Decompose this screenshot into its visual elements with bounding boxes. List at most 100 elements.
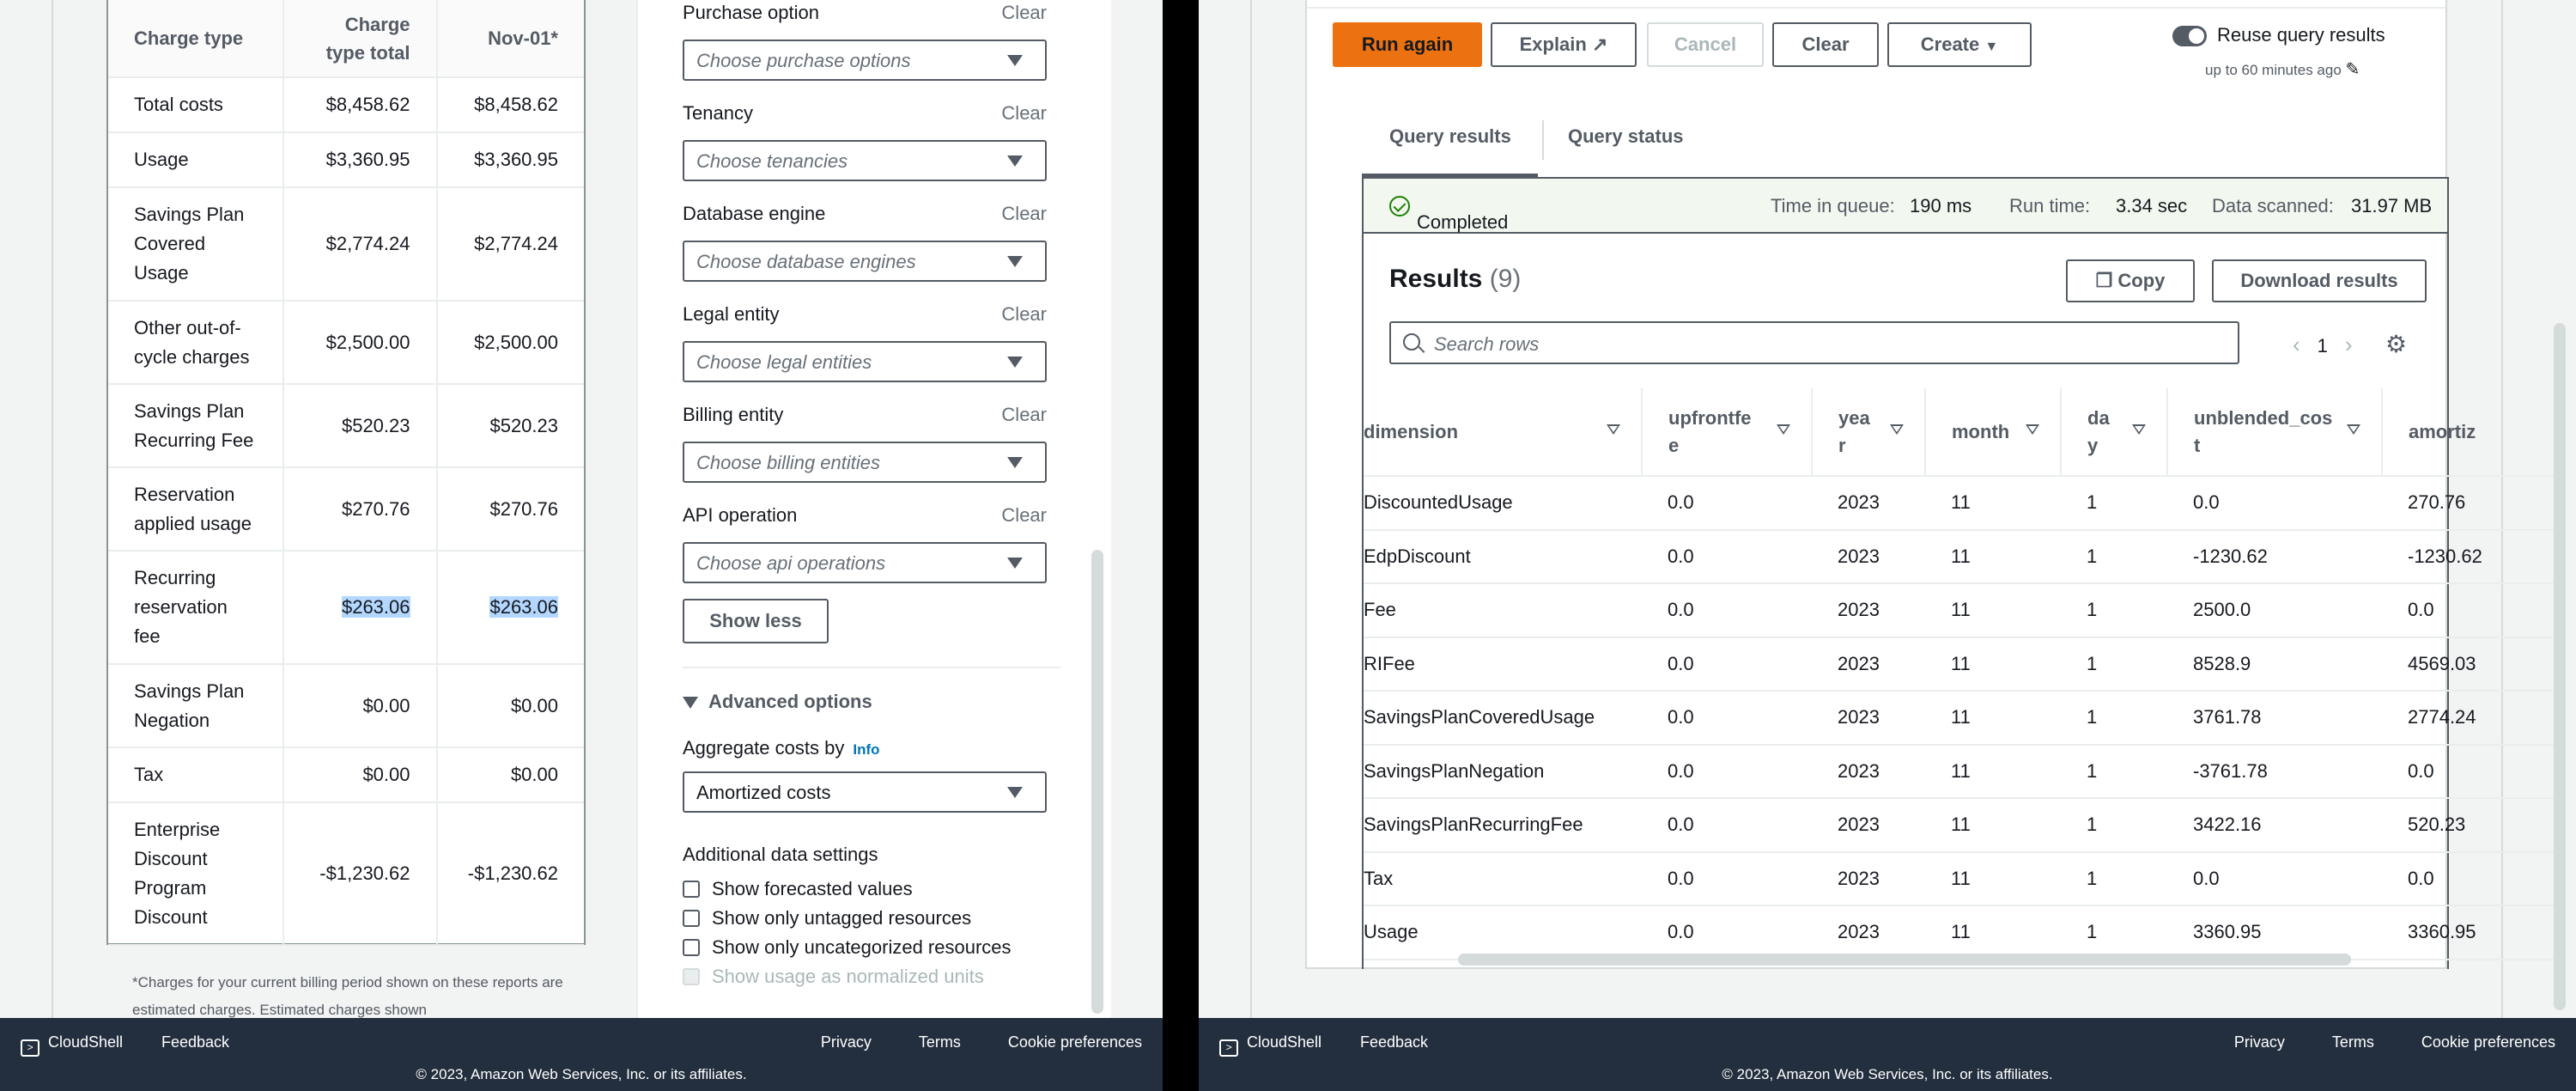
billing-entity-select[interactable]: Choose billing entities	[683, 442, 1047, 483]
col-nov-01[interactable]: Nov-01*	[435, 0, 584, 78]
nov-cell: $0.00	[435, 664, 584, 748]
table-row: RIFee 0.0 2023 11 1 8528.9 4569.03	[1364, 637, 2566, 692]
aggregate-costs-select[interactable]: Amortized costs	[683, 771, 1047, 813]
checkbox-normalized-units: Show usage as normalized units	[683, 966, 984, 988]
table-cell: EdpDiscount	[1364, 529, 1642, 584]
reuse-results-toggle[interactable]	[2172, 26, 2207, 46]
col-charge-type[interactable]: Charge type	[108, 0, 283, 78]
nov-cell: $520.23	[435, 384, 584, 468]
sort-icon[interactable]	[1890, 424, 1904, 435]
cookie-preferences-link[interactable]: Cookie preferences	[2421, 1033, 2555, 1051]
search-rows-input[interactable]: Search rows	[1389, 321, 2239, 364]
total-cell: $0.00	[282, 664, 437, 748]
cloudshell-button[interactable]: > CloudShell	[1219, 1033, 1321, 1057]
edit-pencil-icon[interactable]: ✎	[2346, 60, 2360, 79]
clear-link[interactable]: Clear	[1001, 504, 1047, 527]
table-cell: 2023	[1812, 744, 1925, 799]
total-cell: $0.00	[282, 747, 437, 803]
clear-link[interactable]: Clear	[1001, 2, 1047, 24]
show-less-button[interactable]: Show less	[683, 599, 829, 643]
col-day[interactable]: da y	[2060, 388, 2167, 477]
privacy-link[interactable]: Privacy	[2234, 1033, 2285, 1051]
table-cell: 2023	[1812, 476, 1925, 531]
terms-link[interactable]: Terms	[919, 1033, 961, 1051]
filter-scrollbar[interactable]	[1091, 550, 1103, 1014]
sort-icon[interactable]	[2132, 424, 2146, 435]
charge-type-cell: Enterprise Discount Program Discount	[108, 802, 283, 946]
copy-button[interactable]: ❐ Copy	[2066, 259, 2195, 302]
chevron-left-icon[interactable]: ‹	[2293, 332, 2300, 357]
reuse-window-label: up to 60 minutes ago ✎	[2205, 58, 2360, 80]
gear-icon[interactable]: ⚙	[2385, 330, 2407, 358]
privacy-link[interactable]: Privacy	[821, 1033, 872, 1051]
checkbox-label: Show only uncategorized resources	[712, 936, 1012, 958]
table-cell: 0.0	[1642, 529, 1812, 584]
filter-label: Database engine	[683, 203, 826, 224]
create-button[interactable]: Create ▼	[1887, 22, 2032, 67]
checkbox-uncategorized[interactable]: Show only uncategorized resources	[683, 936, 1012, 959]
col-year[interactable]: yea r	[1811, 388, 1925, 477]
database-engine-select[interactable]: Choose database engines	[683, 241, 1047, 282]
athena-query-pane: Run again Explain ↗ Cancel Clear Create …	[1199, 0, 2576, 1091]
checkbox-untagged[interactable]: Show only untagged resources	[683, 907, 971, 929]
checkbox-icon[interactable]	[683, 881, 700, 898]
table-row: SavingsPlanNegation 0.0 2023 11 1 -3761.78 0.0	[1364, 744, 2566, 799]
tenancy-select[interactable]: Choose tenancies	[683, 140, 1047, 181]
horizontal-scrollbar[interactable]	[1458, 954, 2351, 966]
table-row: Recurring reservation fee $263.06 $263.06	[108, 551, 584, 665]
feedback-link[interactable]: Feedback	[161, 1033, 229, 1051]
external-link-icon: ↗	[1591, 34, 1608, 55]
tab-query-results[interactable]: Query results	[1389, 125, 1511, 148]
sort-icon[interactable]	[2347, 424, 2360, 435]
cloudshell-label: CloudShell	[1247, 1033, 1322, 1051]
copyright: © 2023, Amazon Web Services, Inc. or its…	[1722, 1066, 2053, 1082]
terms-link[interactable]: Terms	[2332, 1033, 2374, 1051]
download-results-button[interactable]: Download results	[2212, 259, 2427, 302]
clear-button[interactable]: Clear	[1772, 22, 1879, 67]
col-month[interactable]: month	[1924, 388, 2061, 477]
checkbox-forecasted[interactable]: Show forecasted values	[683, 878, 913, 900]
col-dimension[interactable]: dimension	[1364, 388, 1642, 477]
sort-icon[interactable]	[1777, 424, 1790, 435]
chevron-right-icon[interactable]: ›	[2345, 332, 2353, 357]
col-charge-type-total[interactable]: Charge type total	[282, 0, 437, 78]
cookie-preferences-link[interactable]: Cookie preferences	[1008, 1033, 1142, 1051]
tab-query-status[interactable]: Query status	[1568, 125, 1684, 148]
clear-link[interactable]: Clear	[1001, 102, 1047, 125]
divider	[683, 667, 1060, 668]
sort-icon[interactable]	[2026, 424, 2039, 435]
legal-entity-select[interactable]: Choose legal entities	[683, 341, 1047, 382]
table-cell: Usage	[1364, 905, 1642, 960]
explain-button[interactable]: Explain ↗	[1491, 22, 1637, 67]
clear-link[interactable]: Clear	[1001, 203, 1047, 225]
page-number[interactable]: 1	[2318, 335, 2328, 357]
table-cell: 0.0	[1642, 744, 1812, 799]
table-cell: 1	[2061, 691, 2167, 746]
charge-type-cell: Savings Plan Recurring Fee	[108, 384, 283, 468]
checkbox-icon[interactable]	[683, 910, 700, 927]
sort-icon[interactable]	[1607, 424, 1620, 435]
filter-database-engine: Database engine Clear Choose database en…	[683, 203, 1047, 282]
checkbox-icon[interactable]	[683, 939, 700, 956]
info-link[interactable]: Info	[853, 741, 879, 758]
clear-link[interactable]: Clear	[1001, 303, 1047, 326]
col-upfrontfee[interactable]: upfrontfe e	[1641, 388, 1812, 477]
cost-explorer-pane: Charge type Charge type total Nov-01* To…	[0, 0, 1163, 1091]
page-scrollbar[interactable]	[2554, 323, 2566, 1010]
col-unblended-cost[interactable]: unblended_cos t	[2166, 388, 2382, 477]
feedback-link[interactable]: Feedback	[1360, 1033, 1428, 1051]
cloudshell-button[interactable]: > CloudShell	[21, 1033, 123, 1057]
check-circle-icon	[1389, 196, 1410, 216]
table-cell: 0.0	[1642, 798, 1812, 853]
table-cell: 1	[2061, 744, 2167, 799]
status-completed: Completed	[1389, 195, 1508, 233]
purchase-option-select[interactable]: Choose purchase options	[683, 40, 1047, 81]
run-again-button[interactable]: Run again	[1333, 22, 1482, 67]
advanced-options-toggle[interactable]: Advanced options	[683, 691, 872, 713]
selected-text: $263.06	[341, 596, 410, 618]
query-status-bar: Completed Time in queue: 190 ms Run time…	[1362, 177, 2449, 234]
table-row: Savings Plan Covered Usage $2,774.24 $2,77…	[108, 187, 584, 302]
col-amortized[interactable]: amortiz	[2381, 388, 2566, 477]
api-operation-select[interactable]: Choose api operations	[683, 542, 1047, 583]
clear-link[interactable]: Clear	[1001, 404, 1047, 426]
